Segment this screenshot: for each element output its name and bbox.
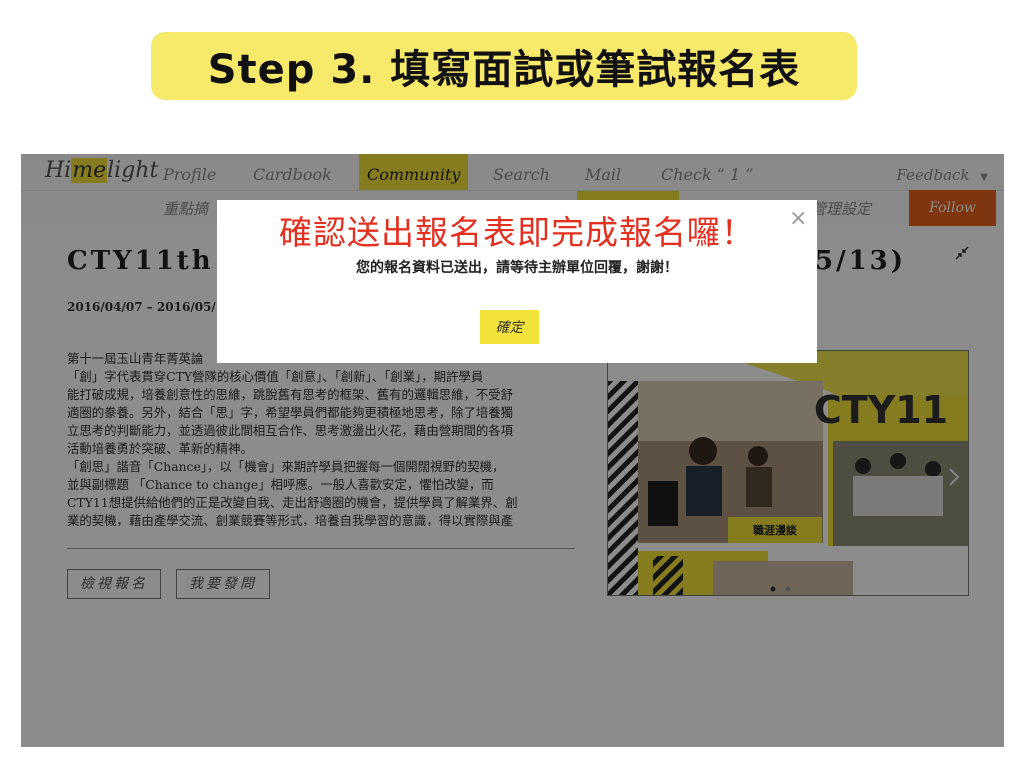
step-title: Step 3. 填寫面試或筆試報名表 bbox=[207, 47, 801, 93]
confirm-button[interactable]: 確定 bbox=[480, 310, 539, 344]
close-icon[interactable]: × bbox=[789, 206, 807, 231]
dialog-heading: 確認送出報名表即完成報名囉！ bbox=[279, 213, 755, 252]
dialog-message: 您的報名資料已送出，請等待主辦單位回覆，謝謝！ bbox=[356, 260, 678, 276]
step-banner: Step 3. 填寫面試或筆試報名表 bbox=[151, 32, 857, 100]
confirmation-dialog: 確認送出報名表即完成報名囉！ × 您的報名資料已送出，請等待主辦單位回覆，謝謝！… bbox=[217, 200, 817, 363]
